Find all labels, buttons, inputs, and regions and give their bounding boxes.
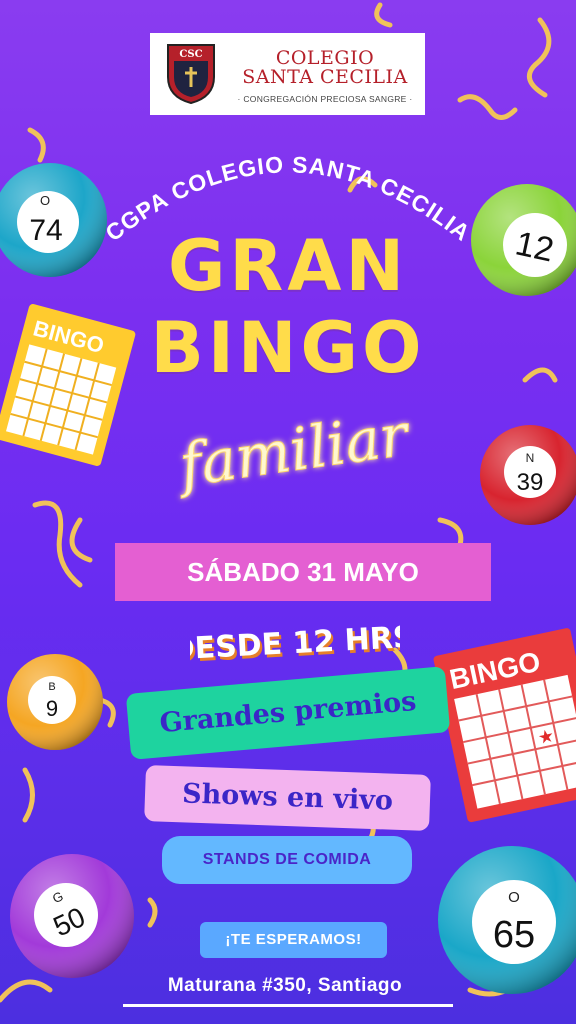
streamer-5 [347, 176, 378, 193]
address-underline [123, 1004, 453, 1007]
streamer-1 [526, 17, 552, 98]
school-logo: CSC COLEGIO SANTA CECILIA · CONGREGACIÓN… [150, 33, 425, 115]
bingo-card-right: BINGO ★ [433, 628, 576, 823]
cta-badge: ¡TE ESPERAMOS! [200, 922, 387, 958]
ball-9-number: 9 [46, 696, 58, 721]
title-script: familiar [171, 400, 415, 501]
ball-9-letter: B [48, 681, 55, 693]
highlight-shows: Shows en vivo [144, 765, 431, 831]
title-line1: GRAN [167, 225, 409, 307]
bingo-ball-39: N 39 [480, 425, 576, 525]
date-banner: SÁBADO 31 MAYO [115, 543, 491, 601]
title-script-text: familiar [172, 400, 415, 500]
crest-text: CSC [179, 49, 202, 60]
title-line2: BINGO [150, 307, 426, 389]
bingo-poster: BINGO BINGO ★ O 74 12 N 39 B 9 G 50 O 65… [0, 0, 576, 1024]
streamer-16 [0, 979, 53, 1003]
bingo-ball-50: G 50 [10, 854, 134, 978]
streamer-4 [27, 127, 46, 163]
ball-65-number: 65 [493, 914, 535, 956]
event-time-text: DESDE 12 HRS [190, 620, 400, 668]
ball-39-number: 39 [517, 469, 544, 496]
bingo-ball-65: O 65 [438, 846, 576, 994]
event-date: SÁBADO 31 MAYO [187, 557, 419, 587]
streamer-18 [147, 897, 158, 928]
highlight-food-text: STANDS DE COMIDA [202, 851, 372, 868]
school-name-line2: SANTA CECILIA [242, 66, 408, 88]
school-subtitle: · CONGREGACIÓN PRECIOSA SANGRE · [237, 94, 413, 104]
streamer-2 [374, 2, 393, 28]
ball-39-letter: N [526, 451, 535, 465]
ball-65-letter: O [508, 889, 520, 906]
school-name: COLEGIO SANTA CECILIA [230, 49, 420, 87]
bingo-ball-9: B 9 [7, 654, 103, 750]
streamer-9 [437, 517, 464, 548]
cta-text: ¡TE ESPERAMOS! [225, 931, 362, 948]
highlight-shows-text: Shows en vivo [181, 778, 394, 817]
highlight-food: STANDS DE COMIDA [162, 836, 412, 884]
streamer-3 [457, 94, 518, 120]
event-address: Maturana #350, Santiago [167, 975, 403, 996]
event-time: DESDE 12 HRS DESDE 12 HRS [190, 620, 400, 671]
streamer-8 [69, 517, 93, 563]
shield-icon: CSC [167, 44, 215, 105]
ball-74-letter: O [40, 193, 50, 208]
streamer-12 [22, 767, 35, 823]
